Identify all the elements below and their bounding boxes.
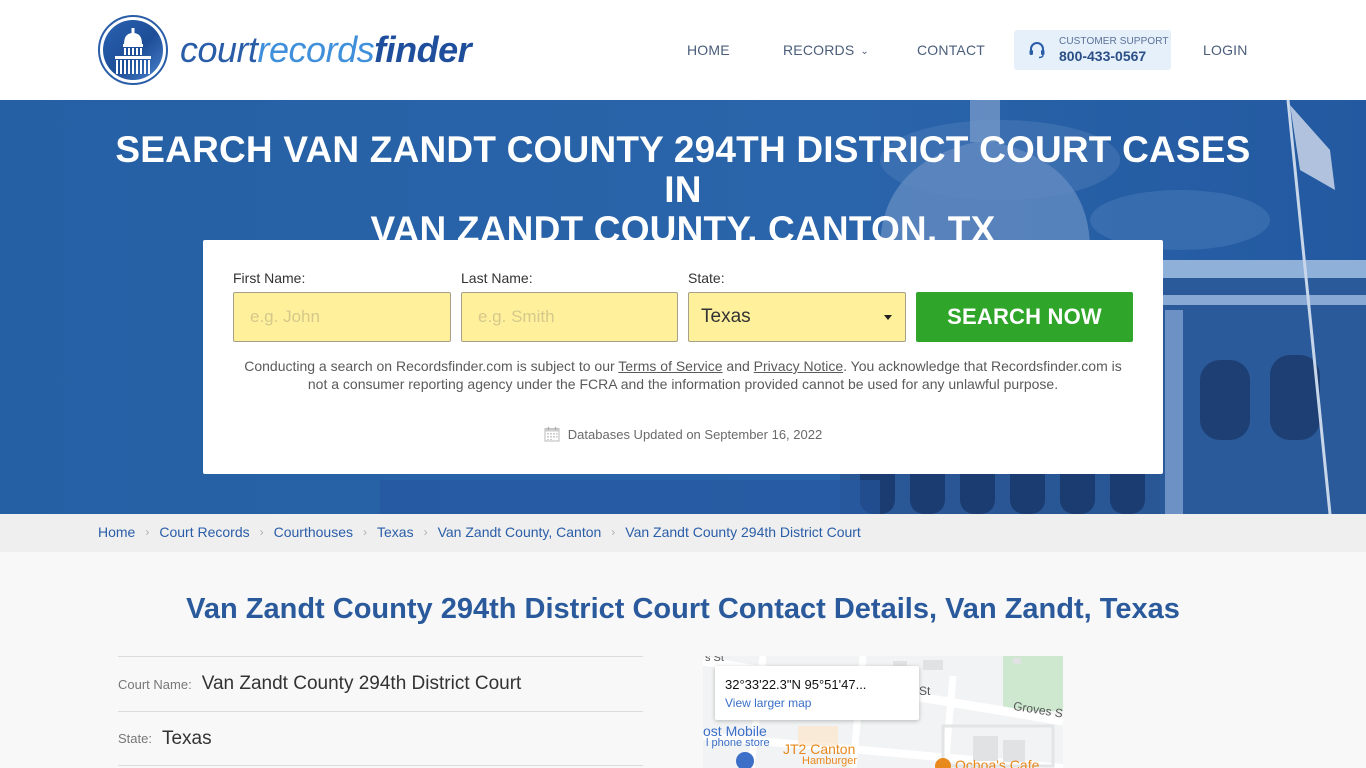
breadcrumb: Home › Court Records › Courthouses › Tex… xyxy=(98,524,861,540)
location-map[interactable]: s St St Groves St ost Mobile l phone sto… xyxy=(703,656,1063,768)
map-poi-cafe[interactable]: Ochoa's Cafe xyxy=(955,757,1039,768)
detail-label: Court Name: xyxy=(118,676,192,692)
view-larger-map-link[interactable]: View larger map xyxy=(725,696,811,710)
nav-contact[interactable]: CONTACT xyxy=(917,42,985,58)
search-disclaimer: Conducting a search on Recordsfinder.com… xyxy=(243,357,1123,393)
chevron-right-icon: › xyxy=(363,525,368,539)
hero-section: SEARCH VAN ZANDT COUNTY 294TH DISTRICT C… xyxy=(0,100,1366,514)
map-info-popup: 32°33'22.3"N 95°51'47... View larger map xyxy=(715,666,919,720)
shopping-bag-icon[interactable] xyxy=(736,752,754,768)
logo-word-records: records xyxy=(257,29,375,70)
disclaimer-text-2: and xyxy=(722,358,754,374)
first-name-label: First Name: xyxy=(233,270,306,286)
logo-wordmark: courtrecordsfinder xyxy=(180,29,472,70)
breadcrumb-texas[interactable]: Texas xyxy=(377,524,414,540)
logo-word-court: court xyxy=(180,29,258,70)
nav-records-label: RECORDS xyxy=(783,42,855,58)
breadcrumb-home[interactable]: Home xyxy=(98,524,135,540)
detail-label: State: xyxy=(118,731,152,746)
page-title: Van Zandt County 294th District Court Co… xyxy=(186,593,1180,625)
terms-of-service-link[interactable]: Terms of Service xyxy=(618,358,722,374)
detail-value: Van Zandt County 294th District Court xyxy=(201,673,522,694)
search-form: First Name: Last Name: State: Texas SEAR… xyxy=(203,240,1163,474)
hero-title-line1: SEARCH VAN ZANDT COUNTY 294TH DISTRICT C… xyxy=(115,129,1251,210)
detail-row-court-name: Court Name: Van Zandt County 294th Distr… xyxy=(118,656,643,711)
map-poi-jt2-sub: Hamburger xyxy=(802,755,858,767)
logo[interactable]: courtrecordsfinder xyxy=(98,15,472,85)
last-name-label: Last Name: xyxy=(461,270,533,286)
support-label: CUSTOMER SUPPORT xyxy=(1059,36,1169,47)
state-select-value: Texas xyxy=(701,306,751,327)
state-select[interactable]: Texas xyxy=(688,292,906,342)
logo-word-finder: finder xyxy=(374,29,472,70)
state-label: State: xyxy=(688,270,725,286)
nav-records[interactable]: RECORDS ⌄ xyxy=(783,42,869,58)
support-phone[interactable]: 800-433-0567 xyxy=(1059,49,1169,63)
caret-down-icon xyxy=(884,315,892,320)
restaurant-icon[interactable] xyxy=(935,758,951,768)
site-header: courtrecordsfinder HOME RECORDS ⌄ CONTACT… xyxy=(0,0,1366,100)
hero-title: SEARCH VAN ZANDT COUNTY 294TH DISTRICT C… xyxy=(100,130,1266,250)
court-details: Court Name: Van Zandt County 294th Distr… xyxy=(118,656,643,766)
database-updated-text: Databases Updated on September 16, 2022 xyxy=(567,426,823,442)
detail-value: Texas xyxy=(161,727,212,749)
breadcrumb-courthouses[interactable]: Courthouses xyxy=(274,524,353,540)
privacy-notice-link[interactable]: Privacy Notice xyxy=(754,358,843,374)
chevron-right-icon: › xyxy=(259,525,264,539)
map-street-label: s St xyxy=(705,656,724,664)
disclaimer-text-1: Conducting a search on Recordsfinder.com… xyxy=(244,358,619,374)
map-street-label: St xyxy=(919,684,931,698)
breadcrumb-current: Van Zandt County 294th District Court xyxy=(625,524,861,540)
chevron-right-icon: › xyxy=(611,525,616,539)
detail-row-state: State: Texas xyxy=(118,711,643,766)
breadcrumb-bar: Home › Court Records › Courthouses › Tex… xyxy=(0,514,1366,552)
nav-home[interactable]: HOME xyxy=(687,42,730,58)
customer-support-box[interactable]: CUSTOMER SUPPORT 800-433-0567 xyxy=(1014,30,1171,70)
last-name-input[interactable] xyxy=(461,292,678,342)
first-name-input[interactable] xyxy=(233,292,451,342)
database-updated-note: Databases Updated on September 16, 2022 xyxy=(203,426,1163,442)
nav-login[interactable]: LOGIN xyxy=(1203,42,1248,58)
map-coordinates: 32°33'22.3"N 95°51'47... xyxy=(725,677,867,692)
map-poi-tmobile-sub: l phone store xyxy=(706,737,770,749)
chevron-right-icon: › xyxy=(145,525,150,539)
chevron-down-icon: ⌄ xyxy=(860,46,870,57)
chevron-right-icon: › xyxy=(423,525,428,539)
headset-icon xyxy=(1029,42,1045,59)
breadcrumb-court-records[interactable]: Court Records xyxy=(159,524,249,540)
breadcrumb-county[interactable]: Van Zandt County, Canton xyxy=(438,524,602,540)
calendar-icon xyxy=(544,427,560,442)
search-now-button[interactable]: SEARCH NOW xyxy=(916,292,1133,342)
capitol-logo-icon xyxy=(98,15,168,85)
